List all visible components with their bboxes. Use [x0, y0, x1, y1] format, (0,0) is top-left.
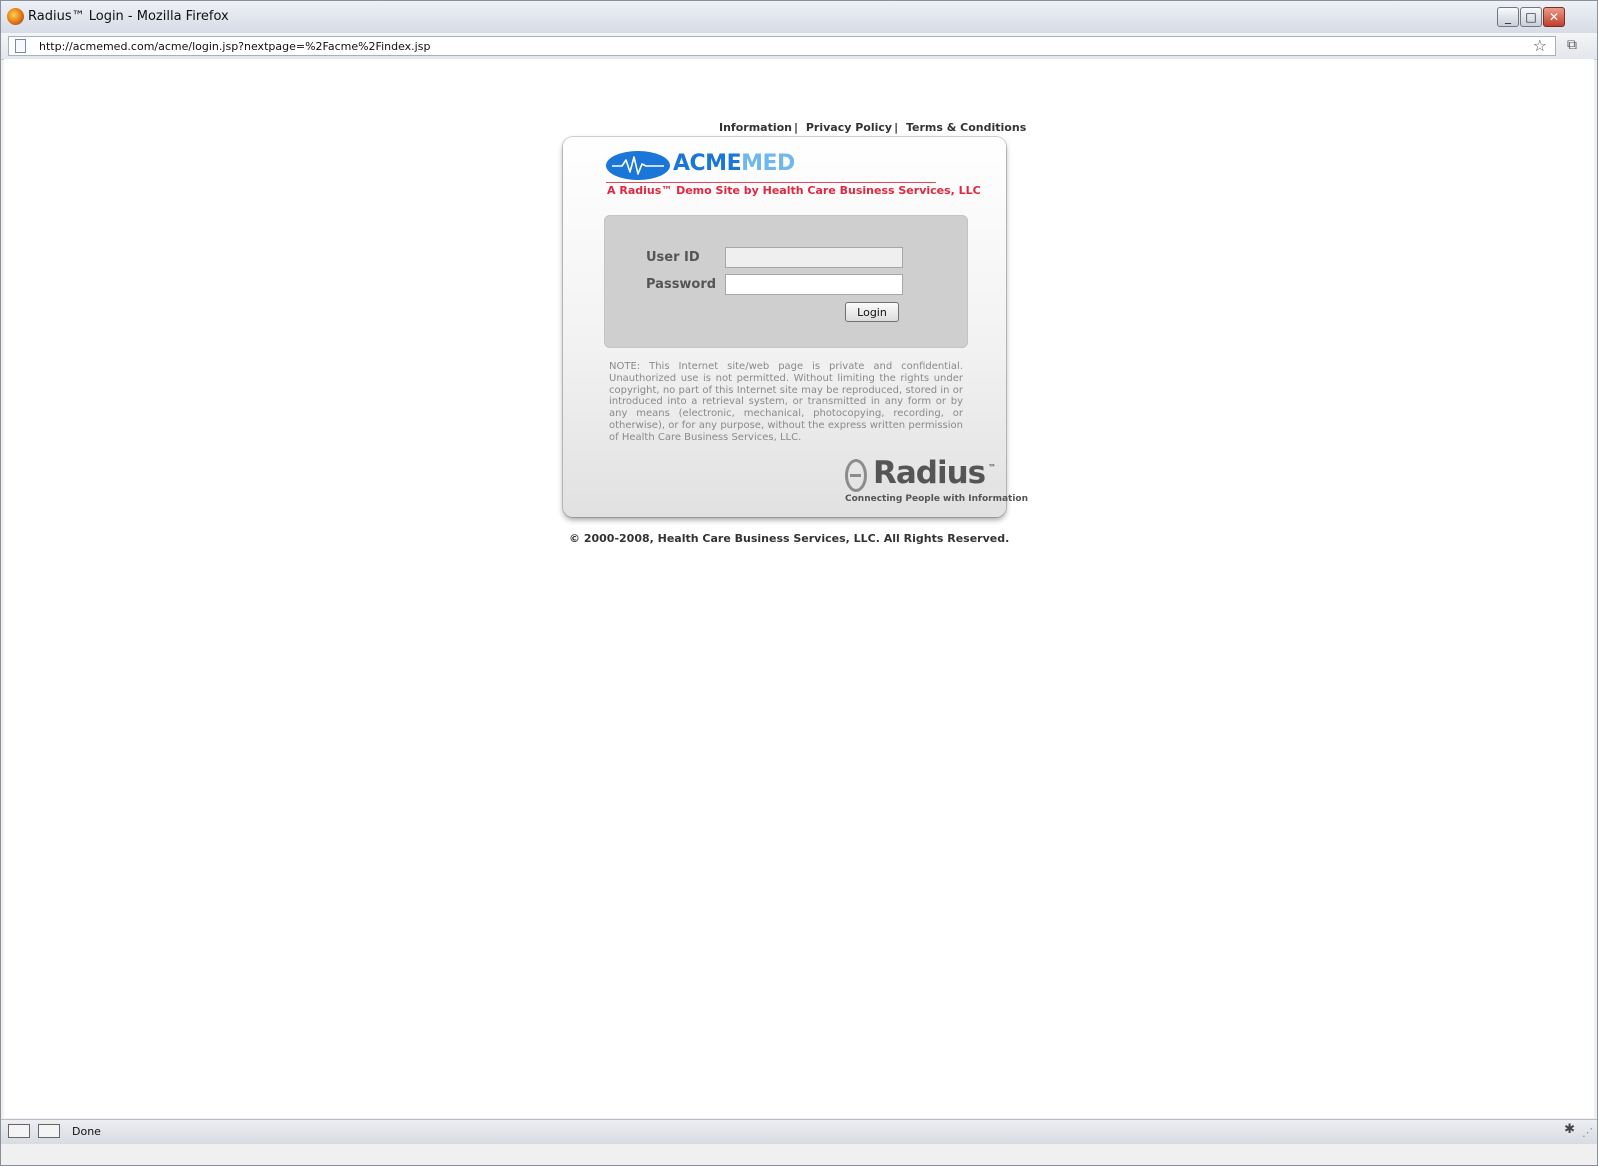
windows-icon[interactable]: ⧉	[1567, 37, 1589, 55]
link-separator: |	[794, 121, 799, 134]
acmemed-logo: ACMEMED	[673, 151, 795, 176]
confidentiality-note: NOTE: This Internet site/web page is pri…	[609, 361, 963, 443]
close-button[interactable]: ✕	[1543, 7, 1565, 27]
url-text[interactable]: http://acmemed.com/acme/login.jsp?nextpa…	[39, 40, 430, 53]
window-title: Radius™ Login - Mozilla Firefox	[28, 9, 229, 24]
ruler-icon[interactable]	[38, 1124, 60, 1138]
resize-grip-icon[interactable]: ⋰	[1582, 1126, 1593, 1139]
page-icon	[15, 39, 26, 53]
logo-acme-text: ACME	[673, 151, 742, 176]
title-bar: Radius™ Login - Mozilla Firefox _ □ ✕	[1, 1, 1597, 34]
page-content: Information | Privacy Policy | Terms & Con…	[4, 59, 1594, 1118]
edit-icon[interactable]	[8, 1124, 30, 1138]
login-card: ACMEMED A Radius™ Demo Site by Health Ca…	[563, 137, 1028, 517]
status-text: Done	[72, 1125, 101, 1138]
url-bar[interactable]: http://acmemed.com/acme/login.jsp?nextpa…	[8, 36, 1556, 56]
firefox-icon	[7, 8, 24, 25]
site-tagline: A Radius™ Demo Site by Health Care Busin…	[607, 184, 981, 197]
privacy-policy-link[interactable]: Privacy Policy	[806, 121, 892, 134]
acmemed-heartbeat-icon	[606, 151, 670, 180]
link-separator: |	[894, 121, 899, 134]
status-bar: Done ✱ ⋰	[1, 1119, 1597, 1144]
star-icon[interactable]: ☆	[1533, 36, 1547, 55]
top-links: Information | Privacy Policy | Terms & Con…	[719, 121, 1026, 134]
bug-icon[interactable]: ✱	[1564, 1122, 1575, 1137]
radius-logo: Radius ™ Connecting People with Informat…	[843, 455, 1028, 509]
minimize-button[interactable]: _	[1497, 7, 1519, 27]
user-id-input[interactable]	[725, 247, 903, 268]
user-id-label: User ID	[646, 250, 700, 265]
navigation-bar: http://acmemed.com/acme/login.jsp?nextpa…	[1, 33, 1597, 60]
copyright-text: © 2000-2008, Health Care Business Servic…	[569, 532, 1010, 545]
maximize-button[interactable]: □	[1520, 7, 1542, 27]
radius-mark-icon	[845, 459, 867, 492]
login-form: User ID Password Login	[604, 215, 968, 348]
radius-wordmark: Radius	[873, 455, 986, 491]
terms-conditions-link[interactable]: Terms & Conditions	[906, 121, 1026, 134]
login-button[interactable]: Login	[845, 302, 899, 322]
browser-window: Radius™ Login - Mozilla Firefox _ □ ✕ ht…	[0, 0, 1598, 1166]
password-input[interactable]	[725, 274, 903, 295]
radius-tagline: Connecting People with Information	[845, 494, 1029, 504]
logo-divider	[606, 182, 936, 183]
logo-med-text: MED	[741, 151, 795, 176]
information-link[interactable]: Information	[719, 121, 792, 134]
password-label: Password	[646, 277, 717, 292]
radius-trademark: ™	[988, 463, 996, 472]
